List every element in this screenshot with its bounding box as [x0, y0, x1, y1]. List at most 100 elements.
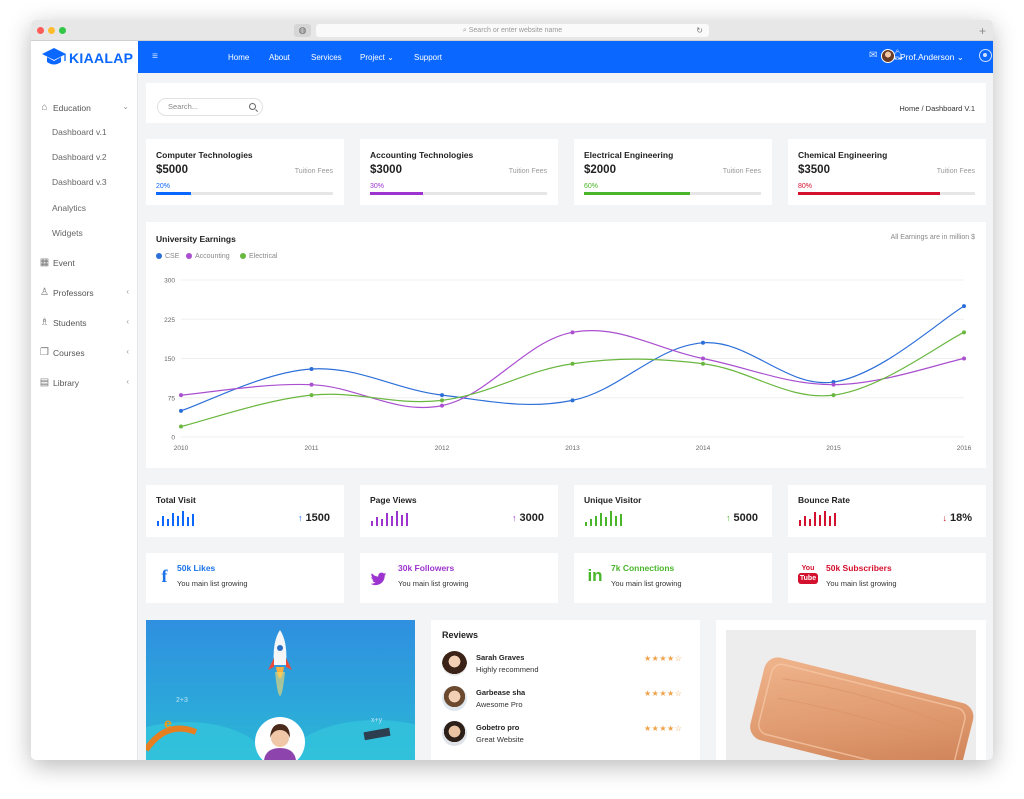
sparkline-bar	[600, 513, 602, 526]
data-point[interactable]	[571, 398, 575, 402]
sparkline-bar	[585, 522, 587, 526]
data-point[interactable]	[310, 367, 314, 371]
progress-fill	[370, 192, 423, 195]
nav-link-project-label: Project	[360, 53, 385, 62]
search-input[interactable]: Search...	[157, 98, 263, 116]
sparkline-bar	[376, 517, 378, 526]
sidebar-item-education[interactable]: ⌂ Education ⌄	[31, 100, 138, 118]
hamburger-menu-icon[interactable]: ≡	[152, 51, 158, 62]
minimize-window-button[interactable]	[48, 27, 55, 34]
sidebar-item-professors[interactable]: ♙ Professors ‹	[31, 285, 138, 303]
stat-card-computer: Computer Technologies $5000 Tuition Fees…	[146, 139, 344, 205]
data-point[interactable]	[832, 383, 836, 387]
twitter-icon[interactable]	[370, 568, 387, 590]
metric-card-unique-visitor: Unique Visitor ↑5000	[574, 485, 772, 537]
line-chart: 0751502253002010201120122013201420152016	[146, 222, 986, 468]
privacy-shield-icon[interactable]: ◍	[294, 24, 311, 37]
data-point[interactable]	[440, 393, 444, 397]
svg-text:x+y: x+y	[371, 717, 383, 724]
sparkline-bar	[381, 519, 383, 527]
chevron-left-icon: ‹	[126, 377, 129, 386]
sidebar: KIAALAP ⌂ Education ⌄ Dashboard v.1 Dash…	[31, 41, 138, 760]
close-window-button[interactable]	[37, 27, 44, 34]
data-point[interactable]	[440, 404, 444, 408]
sparkline-bar	[187, 517, 189, 526]
data-point[interactable]	[571, 330, 575, 334]
reviewer-avatar[interactable]	[442, 721, 467, 746]
nav-link-services[interactable]: Services	[311, 53, 342, 62]
progress-bar	[156, 192, 333, 195]
sidebar-item-event[interactable]: ▦ Event	[31, 255, 138, 273]
social-subtext: You main list growing	[826, 579, 897, 588]
social-subtext: You main list growing	[398, 579, 469, 588]
data-point[interactable]	[179, 409, 183, 413]
nav-link-about[interactable]: About	[269, 53, 290, 62]
stat-title: Computer Technologies	[156, 150, 253, 160]
reviewer-name: Sarah Graves	[476, 653, 524, 662]
maximize-window-button[interactable]	[59, 27, 66, 34]
user-name: Prof.Anderson	[900, 52, 954, 62]
data-point[interactable]	[962, 304, 966, 308]
breadcrumb[interactable]: Home / Dashboard V.1	[899, 104, 975, 113]
linkedin-icon[interactable]: in	[584, 565, 606, 587]
sidebar-subitem-widgets[interactable]: Widgets	[52, 228, 83, 238]
sidebar-subitem-dashboard-v3[interactable]: Dashboard v.3	[52, 177, 107, 187]
user-menu[interactable]: Prof.Anderson ⌄	[900, 52, 964, 63]
x-tick-label: 2012	[435, 445, 450, 452]
data-point[interactable]	[571, 362, 575, 366]
data-point[interactable]	[701, 357, 705, 361]
reviews-title: Reviews	[442, 630, 478, 640]
data-point[interactable]	[832, 393, 836, 397]
stat-title: Chemical Engineering	[798, 150, 887, 160]
sidebar-item-students[interactable]: ♗ Students ‹	[31, 315, 138, 333]
brand-logo[interactable]: KIAALAP	[31, 41, 138, 73]
nav-link-home[interactable]: Home	[228, 53, 249, 62]
mail-icon[interactable]: ✉	[869, 50, 877, 61]
metric-title: Total Visit	[156, 495, 196, 505]
sidebar-subitem-dashboard-v1[interactable]: Dashboard v.1	[52, 127, 107, 137]
sparkline-bar	[809, 519, 811, 527]
sidebar-item-library[interactable]: ▤ Library ‹	[31, 375, 138, 393]
sidebar-item-label: Event	[53, 258, 75, 268]
stat-value: $3000	[370, 164, 402, 176]
settings-icon[interactable]	[979, 49, 992, 62]
social-count: 7k Connections	[611, 563, 674, 573]
nav-link-project[interactable]: Project ⌄	[360, 53, 394, 62]
student-icon: ♗	[39, 317, 50, 328]
data-point[interactable]	[310, 383, 314, 387]
data-point[interactable]	[179, 393, 183, 397]
reload-icon[interactable]: ↻	[696, 24, 703, 37]
youtube-icon[interactable]: You Tube	[798, 564, 818, 590]
reviewer-avatar[interactable]	[442, 651, 467, 676]
sparkline-bar	[829, 516, 831, 526]
metric-value: 1500	[306, 512, 330, 524]
address-bar[interactable]: ⌕ Search or enter website name ↻	[316, 24, 709, 37]
metric-value-wrap: ↑5000	[726, 512, 758, 524]
metric-value-wrap: ↓18%	[942, 512, 972, 524]
user-avatar[interactable]	[881, 49, 895, 63]
data-point[interactable]	[179, 425, 183, 429]
data-point[interactable]	[701, 341, 705, 345]
sparkline-bar	[615, 516, 617, 526]
sidebar-subitem-analytics[interactable]: Analytics	[52, 203, 86, 213]
stat-label: Tuition Fees	[295, 168, 333, 175]
sparkline-bar	[814, 512, 816, 526]
data-point[interactable]	[440, 398, 444, 402]
nav-link-support[interactable]: Support	[414, 53, 442, 62]
data-point[interactable]	[962, 357, 966, 361]
courses-icon: ❐	[39, 347, 50, 358]
product-image-card	[716, 620, 986, 760]
data-point[interactable]	[701, 362, 705, 366]
sidebar-item-courses[interactable]: ❐ Courses ‹	[31, 345, 138, 363]
social-card-twitter: 30k Followers You main list growing	[360, 553, 558, 603]
data-point[interactable]	[310, 393, 314, 397]
reviewer-avatar[interactable]	[442, 686, 467, 711]
sidebar-subitem-dashboard-v2[interactable]: Dashboard v.2	[52, 152, 107, 162]
facebook-icon[interactable]: f	[156, 565, 173, 587]
new-tab-icon[interactable]: +	[979, 26, 989, 36]
search-icon[interactable]	[249, 103, 256, 110]
y-tick-label: 300	[164, 278, 175, 285]
data-point[interactable]	[962, 330, 966, 334]
calendar-icon: ▦	[39, 257, 50, 268]
social-count: 50k Likes	[177, 563, 215, 573]
